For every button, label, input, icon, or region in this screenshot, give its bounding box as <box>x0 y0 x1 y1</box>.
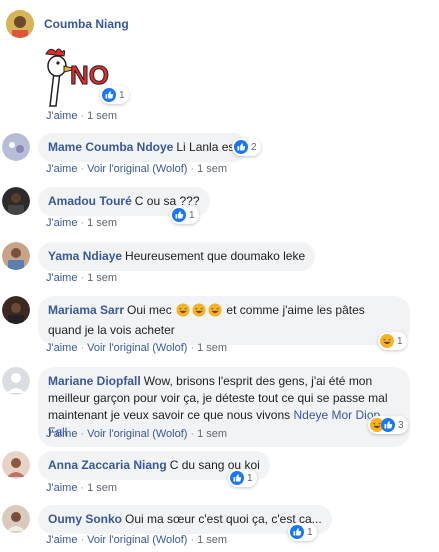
laughing-emoji-icon <box>208 303 222 322</box>
see-original-link[interactable]: Voir l'original (Wolof) <box>87 534 187 546</box>
reaction-count: 1 <box>397 335 403 347</box>
comment-bubble: Mariama Sarr Oui mec et comme j'aime les … <box>38 296 410 345</box>
comment-text: Li Lanla est <box>176 140 238 154</box>
like-action[interactable]: J'aime <box>46 110 77 122</box>
avatar[interactable] <box>2 367 30 395</box>
comment-text-before: Oui mec <box>127 303 172 317</box>
comment-bubble: Mame Coumba Ndoye Li Lanla est <box>38 133 248 162</box>
reaction-summary[interactable]: 3 <box>368 416 408 434</box>
reaction-summary[interactable]: 1 <box>228 469 257 487</box>
avatar[interactable] <box>2 242 30 270</box>
like-icon <box>102 88 116 102</box>
comment-author[interactable]: Amadou Touré <box>48 194 132 208</box>
timestamp[interactable]: 1 sem <box>87 482 117 494</box>
avatar[interactable] <box>6 10 34 38</box>
reaction-count: 1 <box>247 472 253 484</box>
comment-actions: J'aime · 1 sem <box>46 110 118 122</box>
comment-actions: J'aime · Voir l'original (Wolof) · 1 sem <box>46 428 228 440</box>
like-action[interactable]: J'aime <box>46 428 77 440</box>
comment-actions: J'aime · Voir l'original (Wolof) · 1 sem <box>46 342 228 354</box>
like-icon <box>290 525 304 539</box>
like-icon <box>230 471 244 485</box>
reaction-summary[interactable]: 1 <box>170 206 199 224</box>
like-action[interactable]: J'aime <box>46 217 77 229</box>
comment-actions: J'aime · 1 sem <box>46 272 118 284</box>
timestamp[interactable]: 1 sem <box>87 272 117 284</box>
comment-author[interactable]: Mariama Sarr <box>48 303 124 317</box>
like-icon <box>234 140 248 154</box>
comment-text: Heureusement que doumako leke <box>125 249 306 263</box>
like-action[interactable]: J'aime <box>46 482 77 494</box>
reaction-count: 1 <box>307 526 313 538</box>
comment-actions: J'aime · 1 sem <box>46 217 118 229</box>
timestamp[interactable]: 1 sem <box>197 342 227 354</box>
like-icon <box>172 208 186 222</box>
comment-author[interactable]: Coumba Niang <box>44 17 129 31</box>
timestamp[interactable]: 1 sem <box>197 163 227 175</box>
timestamp[interactable]: 1 sem <box>197 534 227 546</box>
comment-author[interactable]: Mame Coumba Ndoye <box>48 140 173 154</box>
see-original-link[interactable]: Voir l'original (Wolof) <box>87 163 187 175</box>
see-original-link[interactable]: Voir l'original (Wolof) <box>87 342 187 354</box>
comment-author[interactable]: Oumy Sonko <box>48 512 122 526</box>
comment-bubble: Yama Ndiaye Heureusement que doumako leke <box>38 242 316 271</box>
reaction-count: 1 <box>119 89 125 101</box>
laughing-emoji-icon <box>192 303 206 322</box>
comment-actions: J'aime · Voir l'original (Wolof) · 1 sem <box>46 163 228 175</box>
avatar[interactable] <box>2 505 30 533</box>
timestamp[interactable]: 1 sem <box>197 428 227 440</box>
reaction-summary[interactable]: 1 <box>288 523 317 541</box>
like-action[interactable]: J'aime <box>46 163 77 175</box>
avatar[interactable] <box>2 451 30 479</box>
timestamp[interactable]: 1 sem <box>87 217 117 229</box>
comment-author[interactable]: Yama Ndiaye <box>48 249 122 263</box>
reaction-summary[interactable]: 2 <box>232 138 261 156</box>
avatar[interactable] <box>2 296 30 324</box>
like-action[interactable]: J'aime <box>46 534 77 546</box>
comment-author[interactable]: Mariane Diopfall <box>48 374 141 388</box>
avatar[interactable] <box>2 133 30 161</box>
reaction-count: 3 <box>398 419 404 431</box>
laughing-emoji-icon <box>176 303 190 322</box>
sticker-text: NO <box>70 60 109 90</box>
avatar[interactable] <box>2 187 30 215</box>
like-action[interactable]: J'aime <box>46 342 77 354</box>
timestamp[interactable]: 1 sem <box>87 110 117 122</box>
comment-author[interactable]: Anna Zaccaria Niang <box>48 458 167 472</box>
like-action[interactable]: J'aime <box>46 272 77 284</box>
comment-actions: J'aime · 1 sem <box>46 482 118 494</box>
reaction-count: 1 <box>189 209 195 221</box>
comment-actions: J'aime · Voir l'original (Wolof) · 1 sem <box>46 534 228 546</box>
reaction-summary[interactable]: 1 <box>378 332 407 350</box>
haha-icon <box>380 334 394 348</box>
like-icon <box>381 418 395 432</box>
reaction-summary[interactable]: 1 <box>100 86 129 104</box>
reaction-count: 2 <box>251 141 257 153</box>
see-original-link[interactable]: Voir l'original (Wolof) <box>87 428 187 440</box>
